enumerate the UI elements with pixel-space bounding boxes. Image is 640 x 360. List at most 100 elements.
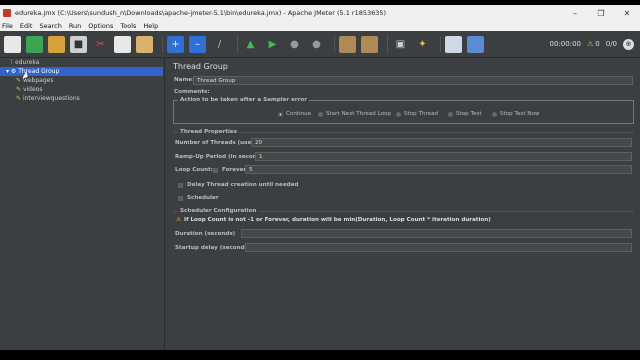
radio-label: Stop Test xyxy=(456,111,482,117)
name-label: Name: xyxy=(174,77,195,83)
warning-icon: ⚠ xyxy=(176,217,182,223)
menu-bar: File Edit Search Run Options Tools Help xyxy=(0,21,640,31)
jmeter-window: edureka.jmx (C:\Users\sundush_n\Download… xyxy=(0,5,640,350)
scheduler-label: Scheduler xyxy=(187,195,219,201)
menu-run[interactable]: Run xyxy=(69,22,81,30)
threads-label: Number of Threads (users): xyxy=(175,140,263,146)
menu-file[interactable]: File xyxy=(2,22,13,30)
stop-icon[interactable]: ● xyxy=(286,36,303,53)
pencil-icon: ✎ xyxy=(16,86,23,93)
toolbar-separator xyxy=(334,36,335,52)
radio-icon xyxy=(396,111,401,117)
shutdown-icon[interactable]: ● xyxy=(308,36,325,53)
start-next-loop-radio[interactable]: Start Next Thread Loop xyxy=(318,111,391,117)
radio-icon xyxy=(448,111,453,117)
loop-count-label: Loop Count: xyxy=(175,167,214,173)
reset-search-icon[interactable]: ✦ xyxy=(414,36,431,53)
toggle-icon[interactable]: ∕ xyxy=(211,36,228,53)
sampler-error-legend: Action to be taken after a Sampler error xyxy=(178,97,310,103)
radio-label: Stop Test Now xyxy=(500,111,540,117)
main-area: ⊺ edureka ▾ ⚙ Thread Group ✎ webpages ✎ … xyxy=(0,58,640,350)
start-icon[interactable]: ▲ xyxy=(242,36,259,53)
rampup-field[interactable]: 1 xyxy=(255,152,632,161)
scheduler-warning: ⚠ If Loop Count is not -1 or Forever, dur… xyxy=(176,217,491,223)
help-icon[interactable] xyxy=(467,35,484,53)
tree-node-test-plan[interactable]: ⊺ edureka xyxy=(0,58,163,67)
tree-node-interviewquestions[interactable]: ✎ interviewquestions xyxy=(0,94,163,103)
log-viewer-icon[interactable]: ⊕ xyxy=(623,38,634,50)
radio-selected-icon xyxy=(278,111,283,117)
function-helper-icon[interactable] xyxy=(445,35,462,53)
toolbar: ■ ✂ + – ∕ ▲ ▶ ● ● ▣ ✦ 00:00:00 ⚠ 0 0/0 ⊕ xyxy=(0,31,640,58)
checkbox-icon xyxy=(178,182,183,188)
menu-search[interactable]: Search xyxy=(39,22,61,30)
test-plan-tree: ⊺ edureka ▾ ⚙ Thread Group ✎ webpages ✎ … xyxy=(0,58,163,350)
copy-icon[interactable] xyxy=(114,35,131,53)
toolbar-separator xyxy=(387,36,388,52)
scheduler-config-legend: Scheduler Configuration xyxy=(178,208,259,214)
clear-icon[interactable] xyxy=(339,35,356,53)
menu-options[interactable]: Options xyxy=(88,22,113,30)
checkbox-icon xyxy=(213,167,218,173)
maximize-icon[interactable]: ❐ xyxy=(588,9,614,18)
start-no-pause-icon[interactable]: ▶ xyxy=(264,36,281,53)
close-icon[interactable]: ✕ xyxy=(614,9,640,18)
tree-node-label: edureka xyxy=(15,59,40,66)
collapse-icon[interactable]: – xyxy=(189,35,206,53)
loop-count-field[interactable]: 5 xyxy=(245,165,632,174)
thread-count: 0/0 xyxy=(605,40,617,48)
paste-icon[interactable] xyxy=(136,35,153,53)
new-icon[interactable] xyxy=(4,35,21,53)
stop-test-now-radio[interactable]: Stop Test Now xyxy=(492,111,539,117)
minimize-icon[interactable]: – xyxy=(562,9,588,18)
thread-properties-legend: Thread Properties xyxy=(178,129,240,135)
stop-test-radio[interactable]: Stop Test xyxy=(448,111,482,117)
clear-all-icon[interactable] xyxy=(361,35,378,53)
cut-icon[interactable]: ✂ xyxy=(92,36,109,53)
radio-label: Start Next Thread Loop xyxy=(326,111,392,117)
expand-icon[interactable]: + xyxy=(167,35,184,53)
threads-field[interactable]: 20 xyxy=(251,138,632,147)
continue-radio[interactable]: Continue xyxy=(278,111,311,117)
forever-checkbox[interactable]: Forever xyxy=(213,167,246,173)
delay-thread-label: Delay Thread creation until needed xyxy=(187,182,299,188)
status-area: 00:00:00 ⚠ 0 0/0 ⊕ xyxy=(544,38,640,50)
templates-icon[interactable] xyxy=(26,35,43,53)
startup-delay-field[interactable] xyxy=(245,243,632,252)
screen: edureka.jmx (C:\Users\sundush_n\Download… xyxy=(0,0,640,360)
duration-label: Duration (seconds) xyxy=(175,231,236,237)
scheduler-checkbox[interactable]: Scheduler xyxy=(178,195,219,201)
save-icon[interactable]: ■ xyxy=(70,35,87,53)
radio-icon xyxy=(492,111,497,117)
radio-icon xyxy=(318,111,323,117)
toolbar-separator xyxy=(440,36,441,52)
screen-bottom-border xyxy=(0,350,640,360)
radio-label: Stop Thread xyxy=(404,111,439,117)
menu-tools[interactable]: Tools xyxy=(120,22,136,30)
warning-icon[interactable]: ⚠ xyxy=(587,40,593,48)
thread-group-panel: Thread Group Name: Thread Group Comments… xyxy=(169,58,640,350)
checkbox-icon xyxy=(178,195,183,201)
toolbar-separator xyxy=(237,36,238,52)
jmeter-logo-icon xyxy=(3,9,11,17)
search-icon[interactable]: ▣ xyxy=(392,36,409,53)
page-title: Thread Group xyxy=(173,62,228,71)
tree-node-videos[interactable]: ✎ videos xyxy=(0,85,163,94)
title-bar: edureka.jmx (C:\Users\sundush_n\Download… xyxy=(0,5,640,21)
sampler-error-group: Action to be taken after a Sampler error… xyxy=(173,97,634,124)
delay-thread-checkbox[interactable]: Delay Thread creation until needed xyxy=(178,182,298,188)
toolbar-separator xyxy=(162,36,163,52)
menu-edit[interactable]: Edit xyxy=(20,22,33,30)
window-title: edureka.jmx (C:\Users\sundush_n\Download… xyxy=(15,9,387,17)
tree-node-label: interviewquestions xyxy=(22,95,80,102)
stop-thread-radio[interactable]: Stop Thread xyxy=(396,111,438,117)
pencil-icon: ✎ xyxy=(16,95,23,102)
warning-text: If Loop Count is not -1 or Forever, dura… xyxy=(184,217,491,223)
elapsed-timer: 00:00:00 xyxy=(549,40,581,48)
tree-node-label: videos xyxy=(22,86,43,93)
menu-help[interactable]: Help xyxy=(143,22,158,30)
open-icon[interactable] xyxy=(48,35,65,53)
duration-field[interactable] xyxy=(241,229,632,238)
name-field[interactable]: Thread Group xyxy=(193,76,633,85)
forever-label: Forever xyxy=(222,167,247,173)
